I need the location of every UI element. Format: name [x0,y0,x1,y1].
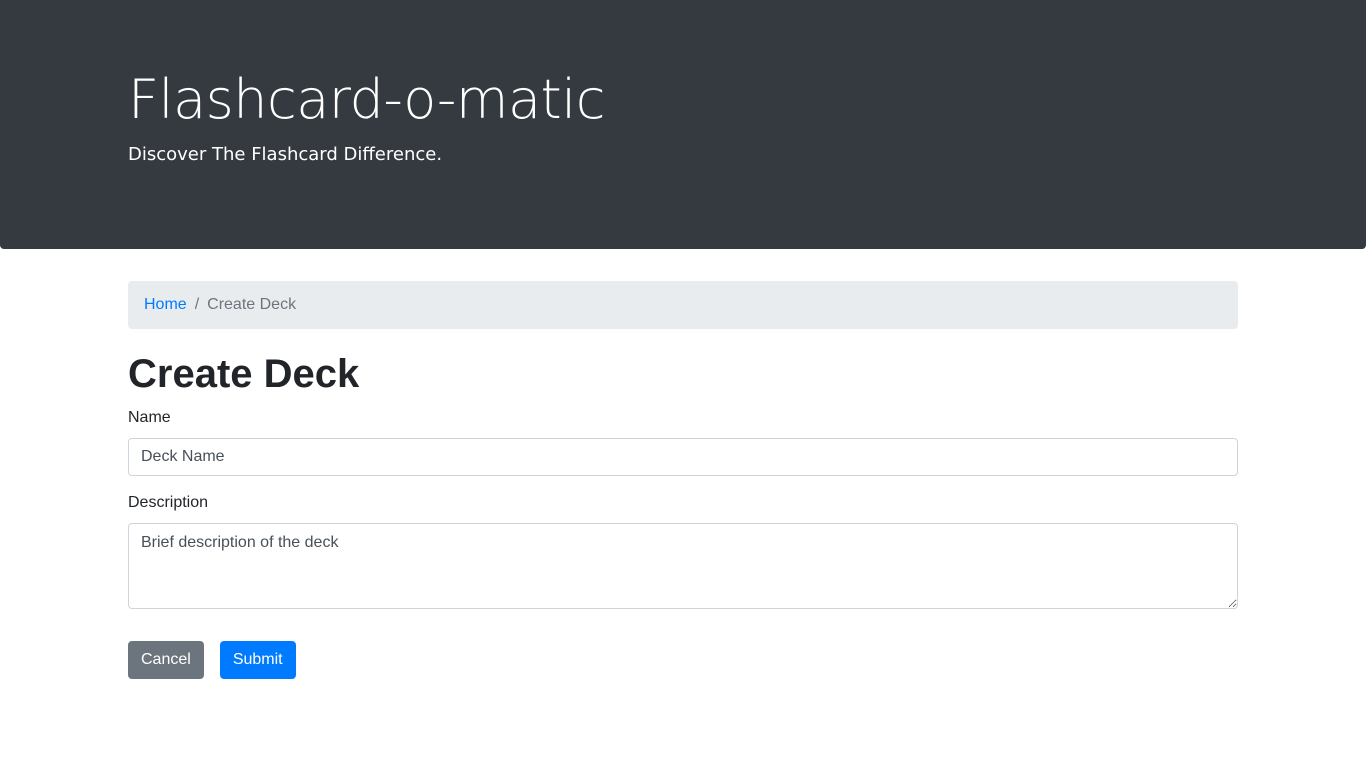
breadcrumb-current: Create Deck [207,296,297,313]
site-title: Flashcard-o-matic [128,68,605,131]
submit-button[interactable]: Submit [219,641,296,679]
breadcrumb-home-link[interactable]: Home [144,296,187,314]
site-header: Flashcard-o-matic Discover The Flashcard… [0,0,1366,249]
breadcrumb-separator: / [194,296,200,313]
description-label: Description [128,494,209,511]
page-title: Create Deck [128,352,360,396]
site-tagline: Discover The Flashcard Difference. [128,144,443,165]
deck-name-input[interactable] [128,438,1238,476]
deck-description-textarea[interactable] [128,523,1238,609]
form-actions: Cancel Submit [128,641,1238,679]
breadcrumb: Home / Create Deck [128,281,1238,329]
name-label: Name [128,409,171,426]
cancel-button[interactable]: Cancel [128,641,204,679]
main-content: Home / Create Deck Create Deck Name Desc… [128,281,1238,679]
create-deck-form: Name Description Cancel Submit [128,407,1238,679]
site-header-content: Flashcard-o-matic Discover The Flashcard… [128,68,1238,168]
